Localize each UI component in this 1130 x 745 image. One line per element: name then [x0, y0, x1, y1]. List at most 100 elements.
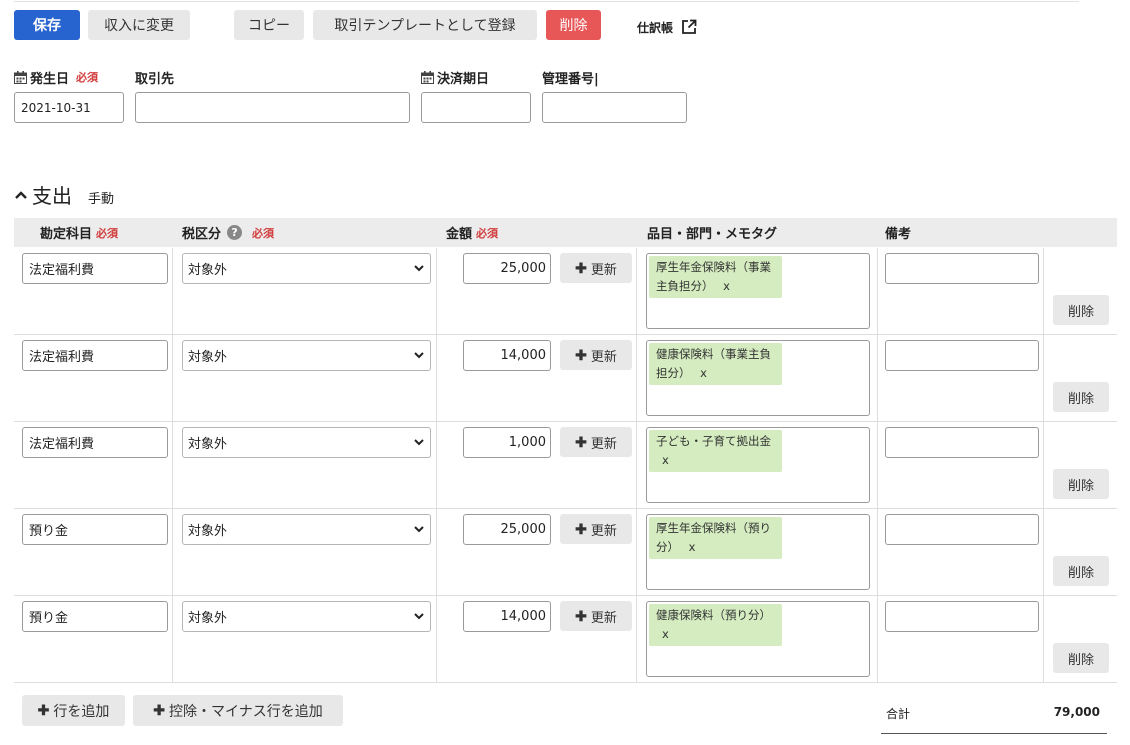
column-divider — [1043, 596, 1044, 683]
tag-text-line1: 厚生年金保険料（事業 — [656, 260, 771, 274]
chevron-down-icon — [414, 613, 424, 620]
tag-field[interactable]: 厚生年金保険料（預り 分） x — [646, 514, 870, 590]
amount-input[interactable] — [463, 514, 551, 545]
update-button[interactable]: ✚ 更新 — [560, 427, 632, 457]
tax-select[interactable]: 対象外 — [182, 514, 431, 545]
tag-remove-icon[interactable]: x — [723, 279, 730, 293]
partner-input[interactable] — [135, 92, 410, 123]
account-input[interactable] — [22, 514, 168, 545]
column-divider — [436, 596, 437, 683]
journal-link[interactable]: 仕訳帳 — [637, 15, 697, 39]
partner-label-text: 取引先 — [135, 71, 175, 87]
tag-remove-icon[interactable]: x — [700, 366, 707, 380]
copy-button[interactable]: コピー — [234, 10, 304, 40]
partner-label: 取引先 — [135, 67, 174, 87]
tag-chip: 厚生年金保険料（事業 主負担分） x — [649, 256, 782, 298]
account-input[interactable] — [22, 253, 168, 284]
col-memo: 備考 — [885, 218, 911, 247]
save-button[interactable]: 保存 — [14, 10, 80, 40]
tag-field[interactable]: 子ども・子育て拠出金 x — [646, 427, 870, 503]
amount-input[interactable] — [463, 253, 551, 284]
top-divider — [14, 1, 1079, 2]
tag-remove-icon[interactable]: x — [662, 627, 669, 641]
row-delete-button[interactable]: 削除 — [1053, 643, 1109, 673]
date-label-text: 発生日 — [30, 71, 70, 87]
tag-text-line2: 主負担分） — [656, 279, 714, 293]
management-number-input[interactable] — [542, 92, 687, 123]
table-row: 対象外 ✚更新健康保険料（預り分） x 削除 — [14, 596, 1117, 683]
column-divider — [1043, 335, 1044, 422]
column-divider — [436, 248, 437, 335]
memo-input[interactable] — [885, 340, 1039, 371]
update-label: 更新 — [590, 261, 617, 277]
change-to-income-button[interactable]: 収入に変更 — [88, 10, 190, 40]
total-underline — [881, 733, 1107, 734]
memo-input[interactable] — [885, 427, 1039, 458]
tag-chip: 厚生年金保険料（預り 分） x — [649, 517, 782, 559]
column-divider — [877, 596, 878, 683]
memo-input[interactable] — [885, 601, 1039, 632]
col-tags: 品目・部門・メモタグ — [647, 218, 777, 247]
plus-icon: ✚ — [575, 520, 587, 537]
tax-select-value: 対象外 — [188, 263, 228, 278]
add-row-button[interactable]: ✚ 行を追加 — [22, 695, 125, 726]
add-deduction-row-button[interactable]: ✚ 控除・マイナス行を追加 — [133, 695, 343, 726]
memo-input[interactable] — [885, 514, 1039, 545]
account-input[interactable] — [22, 340, 168, 371]
tag-field[interactable]: 健康保険料（事業主負 担分） x — [646, 340, 870, 416]
chevron-down-icon — [414, 352, 424, 359]
account-input[interactable] — [22, 601, 168, 632]
table-row: 対象外✚更新厚生年金保険料（事業主負担分） x削除 — [14, 248, 1117, 335]
tag-remove-icon[interactable]: x — [662, 453, 669, 467]
row-delete-button[interactable]: 削除 — [1053, 556, 1109, 586]
help-icon[interactable]: ? — [227, 225, 243, 240]
column-divider — [436, 335, 437, 422]
chevron-down-icon — [414, 526, 424, 533]
update-button[interactable]: ✚ 更新 — [560, 601, 632, 631]
update-label: 更新 — [590, 435, 617, 451]
table-row: 対象外 ✚更新子ども・子育て拠出金 x 削除 — [14, 422, 1117, 509]
row-delete-button[interactable]: 削除 — [1053, 295, 1109, 325]
plus-icon: ✚ — [575, 346, 587, 363]
account-input[interactable] — [22, 427, 168, 458]
tax-select[interactable]: 対象外 — [182, 601, 431, 632]
calendar-icon — [14, 70, 27, 84]
due-date-input[interactable] — [421, 92, 531, 123]
update-label: 更新 — [590, 522, 617, 538]
update-button[interactable]: ✚ 更新 — [560, 340, 632, 370]
tag-text-line2: 担分） — [656, 366, 691, 380]
tag-text-line1: 健康保険料（事業主負 — [656, 347, 771, 361]
table-row: 対象外✚更新厚生年金保険料（預り分） x削除 — [14, 509, 1117, 596]
memo-input[interactable] — [885, 253, 1039, 284]
tag-field[interactable]: 厚生年金保険料（事業 主負担分） x — [646, 253, 870, 329]
tag-field[interactable]: 健康保険料（預り分） x — [646, 601, 870, 677]
section-title: 支出 — [32, 184, 72, 208]
delete-button[interactable]: 削除 — [546, 10, 601, 40]
total-label: 合計 — [886, 707, 911, 721]
required-badge: 必須 — [252, 226, 275, 240]
tag-remove-icon[interactable]: x — [689, 540, 696, 554]
column-divider — [636, 509, 637, 596]
col-account: 勘定科目 必須 — [40, 218, 118, 247]
tax-select-value: 対象外 — [188, 524, 228, 539]
col-memo-label: 備考 — [885, 227, 912, 242]
amount-input[interactable] — [463, 427, 551, 458]
register-template-button[interactable]: 取引テンプレートとして登録 — [313, 10, 537, 40]
add-row-label: 行を追加 — [53, 702, 110, 719]
expense-section-header[interactable]: 支出 手動 — [14, 180, 114, 209]
update-button[interactable]: ✚ 更新 — [560, 253, 632, 283]
row-delete-button[interactable]: 削除 — [1053, 382, 1109, 412]
chevron-up-icon[interactable] — [14, 188, 28, 202]
date-input[interactable] — [14, 92, 124, 123]
total-value: 79,000 — [1053, 705, 1100, 719]
row-delete-button[interactable]: 削除 — [1053, 469, 1109, 499]
tag-text-line1: 厚生年金保険料（預り — [656, 521, 771, 535]
amount-input[interactable] — [463, 601, 551, 632]
tax-select[interactable]: 対象外 — [182, 427, 431, 458]
amount-input[interactable] — [463, 340, 551, 371]
tax-select[interactable]: 対象外 — [182, 340, 431, 371]
tax-select[interactable]: 対象外 — [182, 253, 431, 284]
update-button[interactable]: ✚ 更新 — [560, 514, 632, 544]
col-tax: 税区分 ? 必須 — [182, 218, 274, 247]
table-row: 対象外✚更新健康保険料（事業主負担分） x削除 — [14, 335, 1117, 422]
